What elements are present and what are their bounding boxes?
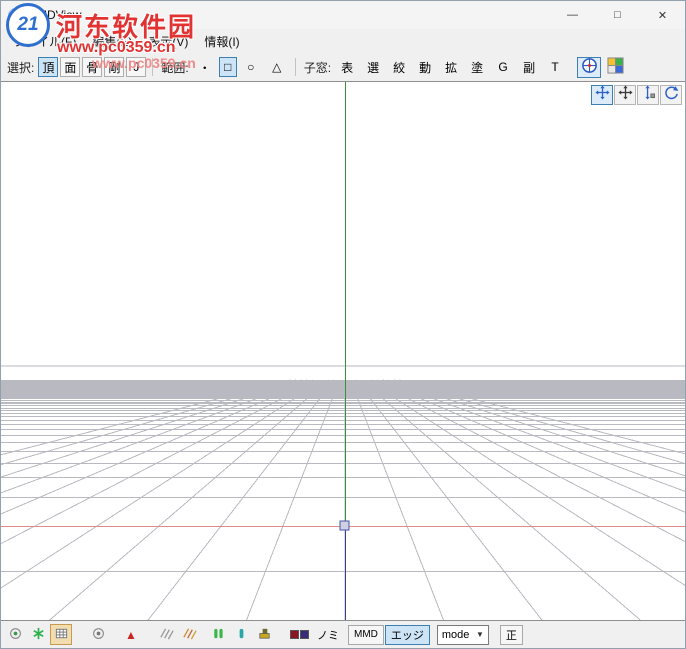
toolbar-separator: [294, 58, 296, 76]
move-view-button[interactable]: [614, 85, 636, 105]
material-color-button[interactable]: [288, 624, 310, 645]
yellow-dark-icon: [257, 626, 272, 644]
subwindow-dou-button[interactable]: 動: [413, 57, 437, 77]
hatch-gray-toggle[interactable]: [155, 624, 177, 645]
teal-bar-icon: [234, 626, 249, 644]
select-label: 選択:: [7, 60, 35, 75]
rotate-arrow-icon: [664, 85, 679, 105]
menubar: ファイル(F) 編集(E) 表示(V) 情報(I): [1, 29, 685, 53]
app-icon: [8, 7, 23, 23]
edge-toggle-button[interactable]: エッジ: [384, 624, 430, 645]
gray-hatch-icon: [159, 626, 174, 644]
close-button[interactable]: ✕: [640, 1, 685, 29]
range-triangle-button[interactable]: △: [265, 57, 289, 77]
toolbar-separator: [152, 58, 154, 76]
maximize-button[interactable]: □: [595, 1, 640, 29]
viewport-canvas[interactable]: [1, 82, 685, 620]
move-arrows-icon: [617, 85, 633, 105]
green-bars-toggle[interactable]: [207, 624, 229, 645]
green-asterisk-icon: [31, 626, 46, 644]
select-joint-button[interactable]: J: [126, 57, 147, 77]
triangle-toggle[interactable]: ▲: [120, 624, 142, 645]
subwindow-hyou-button[interactable]: 表: [335, 57, 359, 77]
subwindow-shibo-button[interactable]: 絞: [387, 57, 411, 77]
bottombar: ▲ ノミ MMD エッジ mode ▼ 正: [1, 620, 685, 648]
range-square-button[interactable]: □: [218, 57, 237, 77]
range-circle-button[interactable]: ○: [239, 57, 263, 77]
pan-arrows-icon: [594, 85, 610, 105]
window-title: PMDView: [29, 8, 82, 22]
material-color-swatch: [289, 630, 309, 639]
minimize-button[interactable]: —: [550, 1, 595, 29]
select-face-button[interactable]: 面: [60, 57, 81, 77]
subwindow-t-button[interactable]: T: [543, 57, 567, 77]
physics-toggle[interactable]: [253, 624, 275, 645]
gray-circle-dot-icon: [91, 626, 106, 644]
orange-hatch-icon: [182, 626, 197, 644]
range-dot-button[interactable]: ・: [193, 57, 217, 77]
mode-dropdown-value: mode: [441, 628, 470, 641]
grid-table-icon: [54, 626, 69, 644]
green-bars-icon: [211, 626, 226, 644]
nomi-label: ノミ: [317, 629, 339, 642]
select-bone-button[interactable]: 骨: [82, 57, 103, 77]
rotate-view-button[interactable]: [660, 85, 682, 105]
menu-file[interactable]: ファイル(F): [5, 30, 84, 53]
circle-dot-icon: [8, 626, 23, 644]
mode-dropdown[interactable]: mode ▼: [436, 624, 489, 645]
hatch-color-toggle[interactable]: [178, 624, 200, 645]
chevron-down-icon: ▼: [475, 630, 484, 639]
grid-toggle[interactable]: [50, 624, 72, 645]
red-triangle-icon: ▲: [125, 627, 137, 642]
zoom-view-button[interactable]: [637, 85, 659, 105]
range-label: 範囲:: [161, 60, 189, 75]
dot-circle-toggle[interactable]: [87, 624, 109, 645]
red-color-swatch: [289, 630, 299, 639]
zoom-arrows-icon: [641, 85, 656, 105]
viewport-nav: [591, 85, 682, 105]
quad-view-icon: [607, 57, 624, 77]
mmd-mode-button[interactable]: MMD: [348, 624, 384, 645]
quad-view-button[interactable]: [603, 57, 627, 78]
app-window: PMDView — □ ✕ ファイル(F) 編集(E) 表示(V) 情報(I) …: [0, 0, 686, 649]
titlebar: PMDView — □ ✕: [1, 1, 685, 29]
subwindow-fuku-button[interactable]: 副: [517, 57, 541, 77]
menu-edit[interactable]: 編集(E): [84, 30, 140, 53]
axis-circle-icon: [581, 57, 598, 77]
teal-bar-toggle[interactable]: [230, 624, 252, 645]
subwindow-sen-button[interactable]: 選: [361, 57, 385, 77]
axis-view-button[interactable]: [577, 56, 602, 78]
asterisk-toggle[interactable]: [27, 624, 49, 645]
viewport: [1, 82, 685, 620]
pan-view-button[interactable]: [591, 85, 613, 105]
select-vertex-button[interactable]: 頂: [38, 57, 59, 77]
circle-dot-toggle[interactable]: [4, 624, 26, 645]
subwindow-g-button[interactable]: G: [491, 57, 515, 77]
origin-cube: [339, 520, 350, 531]
front-view-button[interactable]: 正: [499, 624, 523, 645]
toolbar: 選択: 頂 面 骨 剛 J 範囲: ・ □ ○ △ 子窓: 表 選 絞 動 拡 …: [1, 53, 685, 82]
subwindow-nuri-button[interactable]: 塗: [465, 57, 489, 77]
menu-view[interactable]: 表示(V): [140, 30, 196, 53]
subwindow-label: 子窓:: [303, 60, 332, 75]
select-rigid-button[interactable]: 剛: [104, 57, 125, 77]
purple-color-swatch: [299, 630, 309, 639]
menu-info[interactable]: 情報(I): [196, 30, 247, 53]
subwindow-kaku-button[interactable]: 拡: [439, 57, 463, 77]
